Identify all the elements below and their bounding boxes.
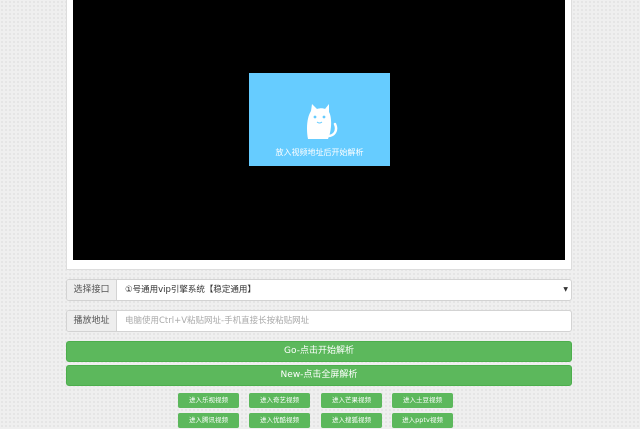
youku-link-button[interactable]: 进入优酷视频 [249,413,310,428]
player-hint: 放入视频地址后开始解析 [275,148,364,157]
iqiyi-link-button[interactable]: 进入奇艺视频 [249,393,310,408]
address-input[interactable]: 电脑使用Ctrl+V粘贴网址-手机直接长按粘贴网址 [125,311,309,331]
engine-select[interactable]: 选择接口 ①号通用vip引擎系统【稳定通用】 ▼ [66,279,572,301]
player-placeholder: 放入视频地址后开始解析 [249,73,390,166]
tudou-link-button[interactable]: 进入土豆视频 [392,393,453,408]
engine-select-value[interactable]: ①号通用vip引擎系统【稳定通用】 [125,280,256,300]
address-field[interactable]: 播放地址 电脑使用Ctrl+V粘贴网址-手机直接长按粘贴网址 [66,310,572,332]
fullscreen-parse-button[interactable]: New-点击全屏解析 [66,365,572,386]
address-field-label: 播放地址 [67,311,117,331]
cat-icon [307,104,338,139]
engine-select-label: 选择接口 [67,280,117,300]
mango-link-button[interactable]: 进入芒果视频 [321,393,382,408]
letv-link-button[interactable]: 进入乐视视频 [178,393,239,408]
sohu-link-button[interactable]: 进入搜狐视频 [321,413,382,428]
caret-down-icon[interactable]: ▼ [563,280,568,300]
parse-button[interactable]: Go-点击开始解析 [66,341,572,362]
player-panel: 放入视频地址后开始解析 [66,0,572,270]
tencent-link-button[interactable]: 进入腾讯视频 [178,413,239,428]
pptv-link-button[interactable]: 进入pptv视频 [392,413,453,428]
video-player[interactable]: 放入视频地址后开始解析 [73,0,565,260]
